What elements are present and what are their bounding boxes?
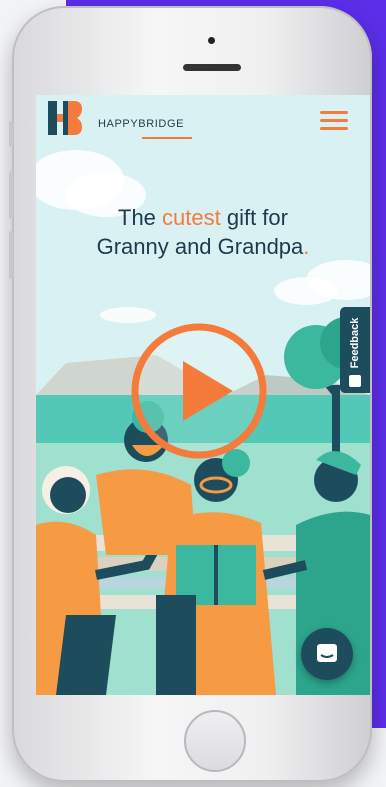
- headline-mid: gift for: [220, 205, 288, 230]
- brand-underline: [142, 137, 192, 139]
- feedback-label: Feedback: [349, 317, 361, 369]
- feedback-tab[interactable]: Feedback: [340, 307, 370, 393]
- headline-accent: cutest: [162, 205, 221, 230]
- phone-screen: HAPPYBRIDGE The cutest gift for Granny a…: [36, 95, 370, 695]
- earpiece-speaker: [183, 64, 241, 71]
- chat-icon: [317, 644, 337, 662]
- volume-down-button: [9, 231, 13, 279]
- home-button[interactable]: [184, 710, 246, 772]
- hero-headline: The cutest gift for Granny and Grandpa.: [36, 203, 370, 261]
- site-header: HAPPYBRIDGE: [36, 95, 370, 157]
- headline-pre: The: [118, 205, 163, 230]
- brand-name[interactable]: HAPPYBRIDGE: [98, 118, 184, 130]
- hamburger-icon[interactable]: [320, 111, 348, 131]
- front-camera: [208, 37, 215, 44]
- happybridge-logo-icon[interactable]: [48, 101, 82, 135]
- headline-line2: Granny and Grandpa: [96, 234, 304, 259]
- mute-switch: [9, 121, 13, 147]
- headline-period: .: [303, 234, 310, 259]
- chat-launcher-button[interactable]: [301, 628, 353, 680]
- volume-up-button: [9, 171, 13, 219]
- play-video-button[interactable]: [129, 321, 269, 461]
- feedback-icon: [349, 375, 361, 387]
